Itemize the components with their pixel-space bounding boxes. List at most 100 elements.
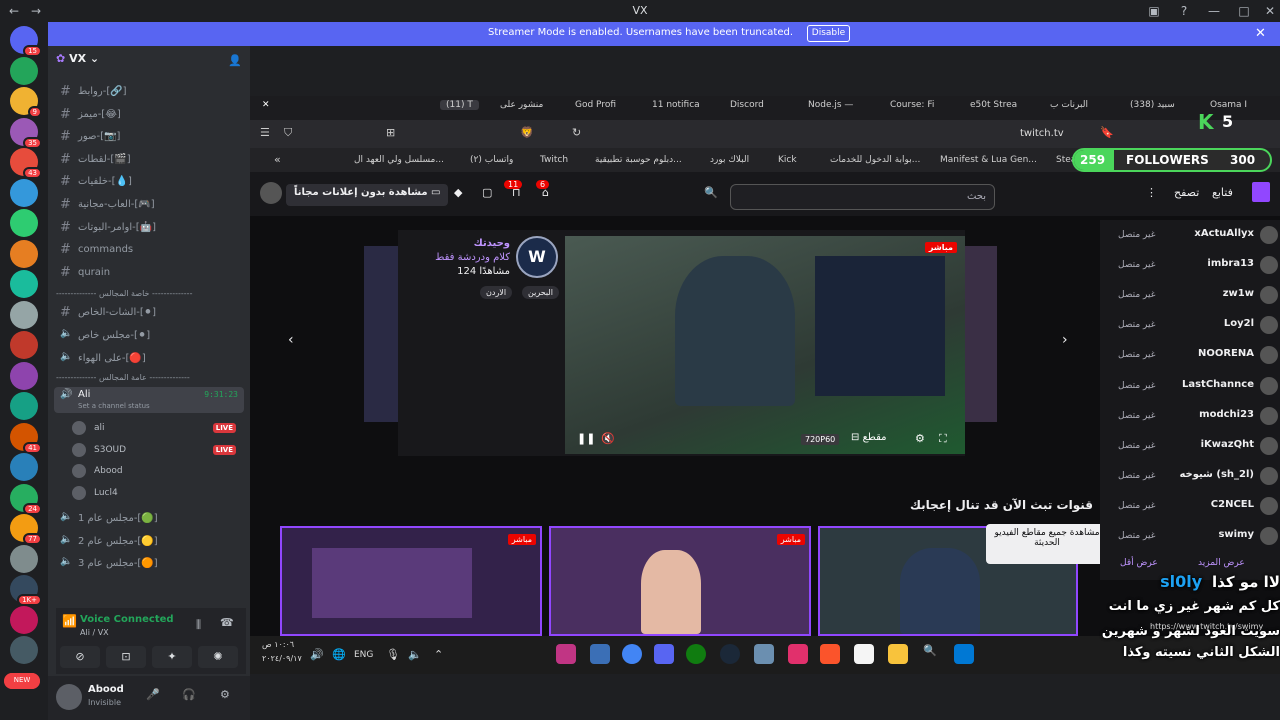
shield-app-icon[interactable] [590,644,610,664]
whispers-icon[interactable]: ▢ [482,186,492,199]
clip-button[interactable]: ⊟ مقطع [851,432,887,443]
menu-icon[interactable]: ☰ [260,126,270,139]
browser-tab-10[interactable]: Osama I [1210,100,1247,110]
server-icon-14[interactable] [10,453,38,481]
server-icon-17[interactable] [10,544,38,573]
server-icon-0[interactable]: 15 [10,26,42,57]
headphones-icon[interactable]: 🎧 [182,688,196,701]
server-icon-16[interactable]: 77 [10,514,42,545]
camera-button[interactable]: ⊘ [60,646,100,668]
bookmark-7[interactable]: Manifest & Lua Gen... [940,155,1037,165]
browser-tab-6[interactable]: Course: Fi [890,100,934,110]
discord-icon[interactable] [654,644,674,664]
disconnect-icon[interactable]: ☎ [220,616,234,629]
show-more-link[interactable]: عرض المزيد [1198,558,1245,568]
followed-channel-row[interactable]: غير متصل NOORENA [1118,340,1278,370]
server-icon-13[interactable]: 41 [10,422,42,454]
twitch-logo-icon[interactable] [1252,182,1270,202]
server-icon-4[interactable]: 43 [10,148,42,179]
bookmark-5[interactable]: Kick [778,155,797,165]
browser-tab-7[interactable]: e50t Strea [970,100,1017,110]
streamer-avatar[interactable]: W [516,236,558,278]
mute-icon[interactable]: 🔇 [601,432,615,445]
channel-1[interactable]: # ميمز-[😂] [54,105,244,125]
soundboard-button[interactable]: ✺ [198,646,238,668]
windows-start-icon[interactable] [954,644,974,664]
activities-button[interactable]: ✦ [152,646,192,668]
carousel-prev-thumb[interactable] [364,246,398,422]
browser-tab-5[interactable]: Node.js — [808,100,853,110]
mic-icon[interactable]: 🎤 [146,688,160,701]
screen-share-button[interactable]: ⊡ [106,646,146,668]
server-icon-5[interactable] [10,178,38,207]
browser-tab-1[interactable]: منشور على [500,100,543,110]
bookmark-0[interactable]: مسلسل ولي العهد ال... [354,155,444,165]
featured-video[interactable]: مباشر ❚❚ 🔇 720P60 ⊟ مقطع ⚙ ⛶ [565,236,965,454]
store-icon[interactable] [854,644,874,664]
server-icon-8[interactable] [10,270,38,298]
followed-channel-row[interactable]: غير متصل iKwazQht [1118,431,1278,461]
server-icon-18[interactable]: 1K+ [10,575,42,606]
shield-icon[interactable]: ⛉ [284,126,292,140]
voice-user-1[interactable]: S3OUD LIVE [72,441,242,461]
steam-icon[interactable] [720,644,740,664]
private-channel-2[interactable]: 🔈 على الهواء-[🔴] [54,349,244,369]
followed-channel-row[interactable]: غير متصل Loy2l [1118,310,1278,340]
private-channel-1[interactable]: 🔈 مجلس خاص-[⚫] [54,326,244,346]
voice-channel-active[interactable]: 🔊 Ali 9:31:23 Set a channel status [54,387,244,414]
server-icon-6[interactable] [10,209,38,237]
settings-icon[interactable]: ⚙ [915,432,925,445]
followed-channel-row[interactable]: غير متصل C2NCEL [1118,491,1278,521]
server-icon-11[interactable] [10,361,38,390]
followed-channel-row[interactable]: غير متصل شيوخه (sh_2l) [1118,461,1278,491]
browser-tab-9[interactable]: (338) سبيد [1130,100,1175,110]
followed-channel-row[interactable]: غير متصل swimy [1118,521,1278,551]
speaker-icon[interactable]: 🔊 [310,648,324,661]
channel-8[interactable]: # qurain [54,263,244,283]
channel-2[interactable]: # صور-[📷] [54,127,244,147]
search-icon[interactable]: 🔍 [704,186,718,199]
server-icon-7[interactable] [10,239,38,268]
followed-channel-row[interactable]: غير متصل zw1w [1118,280,1278,310]
add-member-icon[interactable]: 👤 [228,54,242,67]
volume-tray-icon[interactable]: 🔈 [408,648,422,661]
pause-icon[interactable]: ❚❚ [577,432,595,445]
voice-user-0[interactable]: ali LIVE [72,419,242,439]
bookmark-3[interactable]: دبلوم حوسبة تطبيقية... [595,155,682,165]
settings-icon[interactable]: ⚙ [220,688,230,701]
streamer-name[interactable]: وحيدتك [474,238,510,249]
show-less-link[interactable]: عرض أقل [1120,558,1158,568]
ad-free-button[interactable]: مشاهدة بدون إعلانات مجاناً ▭ [286,184,449,206]
private-channel-0[interactable]: # الشات-الخاص-[⚫] [54,303,244,323]
server-icon-3[interactable]: 35 [10,117,42,149]
following-link[interactable]: فتابع [1212,186,1233,199]
disable-button[interactable]: Disable [807,25,850,42]
server-icon-10[interactable] [10,331,38,359]
chrome-icon[interactable] [622,644,642,664]
channel-5[interactable]: # العاب-مجانية-[🎮] [54,195,244,215]
bookmark-4[interactable]: البلاك بورد [710,155,749,165]
channel-3[interactable]: # لقطات-[🎬] [54,150,244,170]
xbox-icon[interactable] [686,644,706,664]
carousel-prev-icon[interactable]: ‹ [288,332,294,348]
close-window-icon[interactable]: ✕ [262,100,270,110]
photos-icon[interactable] [754,644,774,664]
maximize-icon[interactable]: □ [1236,3,1252,19]
tab-groups-icon[interactable]: ⊞ [386,126,395,139]
help-icon[interactable]: ? [1176,3,1192,19]
gem-icon[interactable]: ◆ [454,186,462,199]
brave-icon[interactable]: 🦁 [520,126,534,139]
tag-1[interactable]: الاردن [480,286,513,299]
followed-channel-row[interactable]: غير متصل imbra13 [1118,250,1278,280]
language-indicator[interactable]: ENG [354,650,373,660]
followed-channel-row[interactable]: غير متصل LastChannce [1118,371,1278,401]
more-icon[interactable]: ⋮ [1146,186,1157,199]
browser-tab-2[interactable]: God Profi [575,100,616,110]
category-private[interactable]: -------------- خاصة المجالس ------------… [56,289,236,298]
server-icon-21[interactable]: NEW [4,672,40,689]
server-icon-2[interactable]: 9 [10,87,42,118]
thumb-1[interactable]: مباشر [280,526,542,636]
bookmark-icon[interactable]: 🔖 [1100,126,1114,139]
voice-user-3[interactable]: Lucl4 [72,484,242,504]
server-header[interactable]: ✿ VX ⌄ [56,52,242,72]
